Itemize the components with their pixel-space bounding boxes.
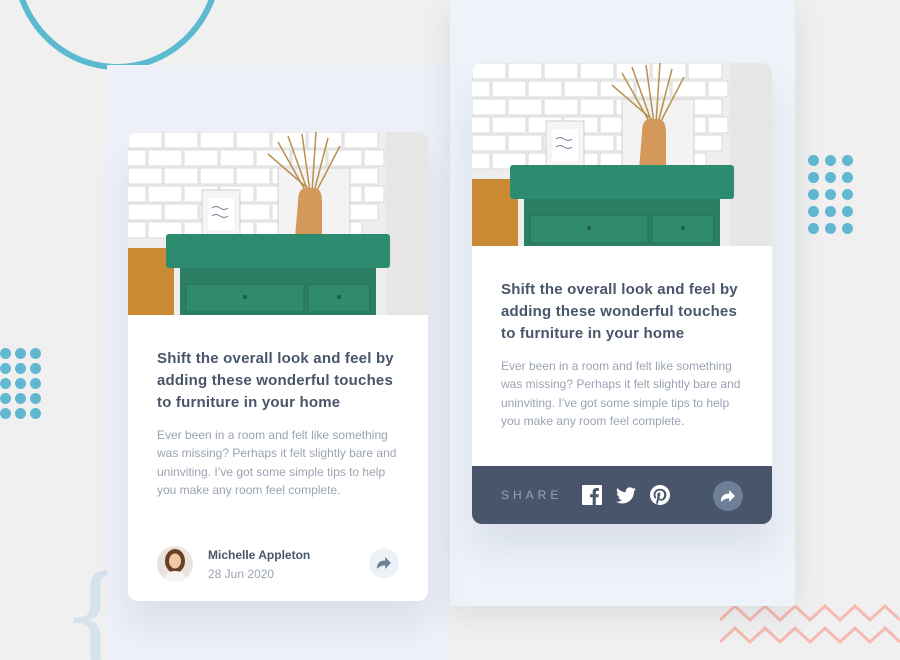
article-description: Ever been in a room and felt like someth… [157, 428, 397, 497]
article-title: Shift the overall look and feel by addin… [501, 281, 738, 342]
article-image [128, 132, 428, 315]
author-name: Michelle Appleton [208, 547, 311, 562]
share-button-active[interactable] [713, 481, 743, 511]
decorative-dots-right [808, 155, 853, 234]
decorative-zigzag [720, 603, 900, 645]
twitter-icon[interactable] [616, 485, 637, 505]
article-title: Shift the overall look and feel by addin… [157, 350, 394, 411]
author-block: Michelle Appleton 28 Jun 2020 [157, 546, 310, 582]
share-label: SHARE [501, 488, 563, 502]
share-button[interactable] [369, 548, 399, 578]
article-description: Ever been in a room and felt like someth… [501, 359, 741, 428]
facebook-icon[interactable] [582, 485, 603, 505]
share-icon [377, 557, 391, 569]
article-card: Shift the overall look and feel by addin… [128, 132, 428, 601]
share-icon [721, 490, 735, 502]
decorative-arc [12, 0, 222, 70]
publish-date: 28 Jun 2020 [208, 566, 275, 581]
article-card-share-open: Shift the overall look and feel by addin… [472, 63, 772, 524]
pinterest-icon[interactable] [650, 485, 671, 505]
avatar [157, 546, 193, 582]
decorative-dots-left [0, 348, 41, 419]
article-image [472, 63, 772, 246]
share-bar: SHARE [472, 466, 772, 524]
